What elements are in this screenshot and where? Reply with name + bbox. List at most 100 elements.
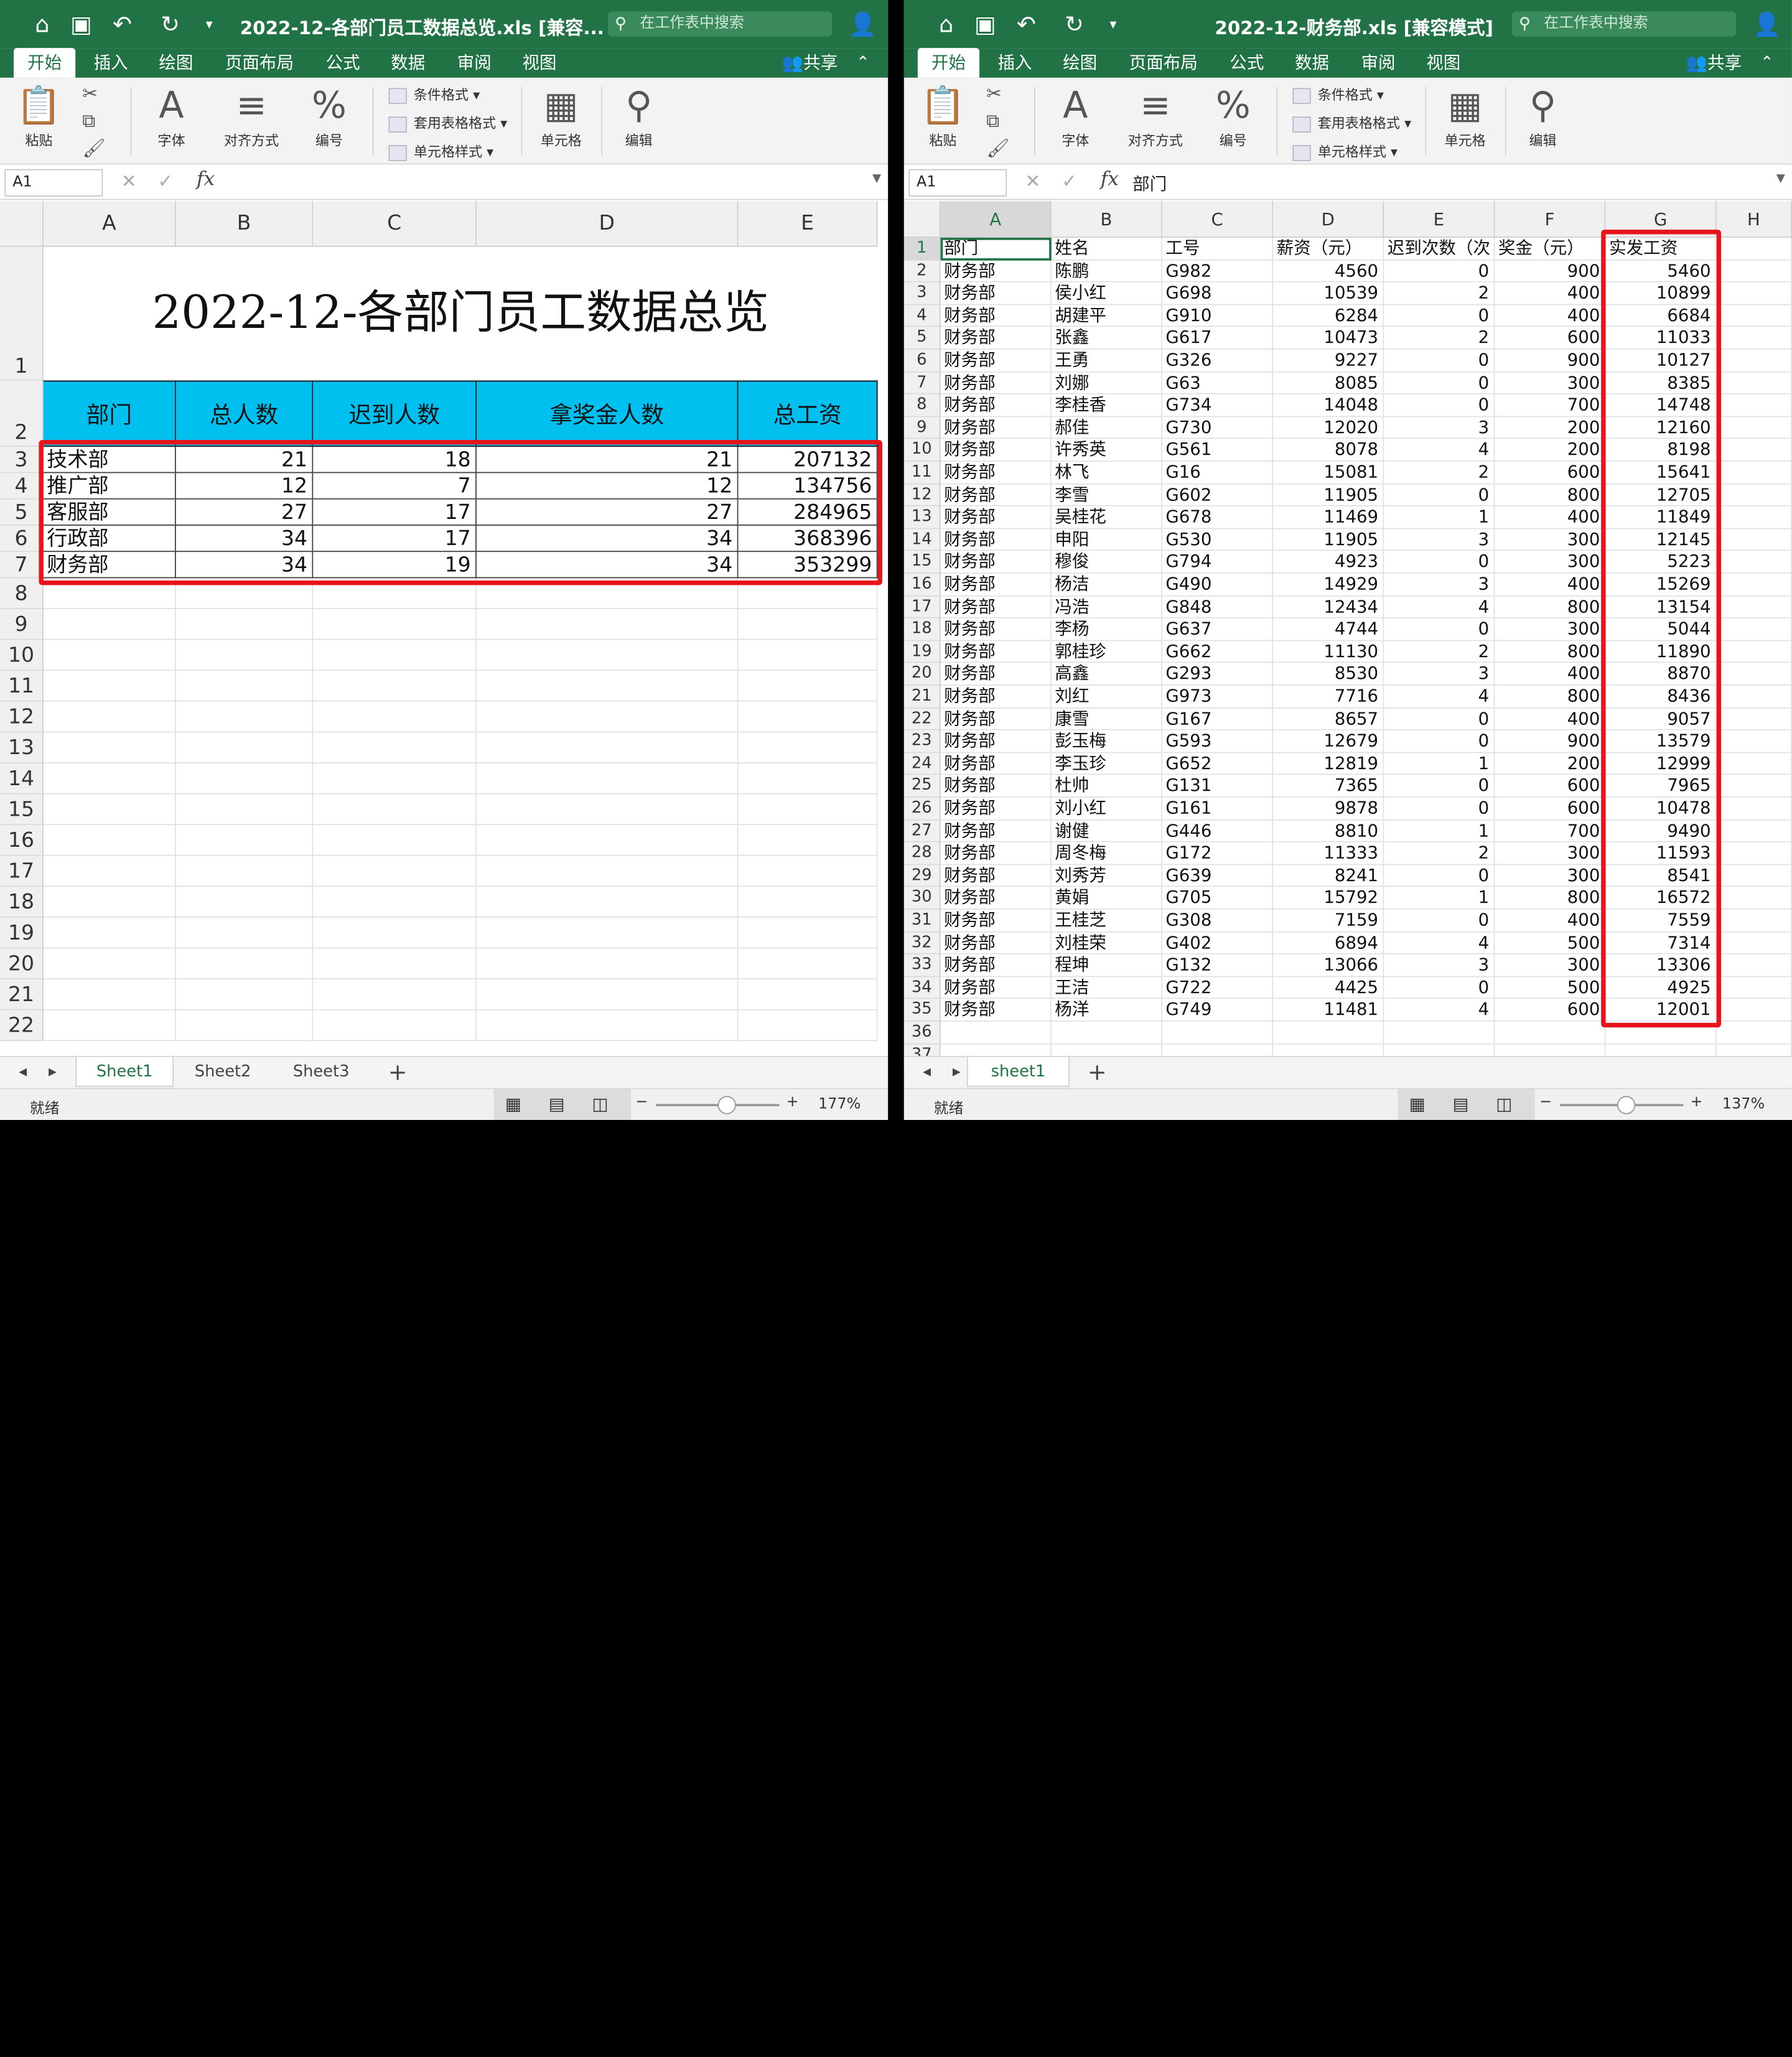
expand-formula-icon[interactable]: ▼ [1776, 172, 1785, 185]
table-cell[interactable]: 财务部 [940, 708, 1052, 730]
cell[interactable] [1716, 260, 1792, 283]
table-cell[interactable]: 张鑫 [1051, 327, 1162, 350]
table-cell[interactable]: 16572 [1605, 887, 1717, 910]
share-person-icon[interactable]: 👤 [848, 9, 878, 39]
zoom-level[interactable]: 137% [1722, 1096, 1765, 1113]
share-button[interactable]: 👥共享 [1686, 48, 1742, 78]
redo-icon[interactable]: ↻ [1060, 9, 1090, 39]
table-cell[interactable]: 陈鹏 [1051, 260, 1162, 283]
row-header[interactable]: 19 [903, 641, 941, 664]
table-cell[interactable]: 财务部 [940, 910, 1052, 933]
table-cell[interactable]: G848 [1162, 596, 1274, 618]
table-cell[interactable]: 700 [1495, 820, 1606, 842]
save-icon[interactable]: ▣ [970, 9, 1000, 39]
row-header[interactable]: 35 [903, 999, 941, 1022]
table-cell[interactable]: 财务部 [940, 686, 1052, 709]
table-header-cell[interactable]: 实发工资 [1605, 238, 1717, 261]
row-header[interactable]: 25 [903, 775, 941, 798]
table-cell[interactable]: 康雪 [1051, 708, 1162, 730]
table-cell[interactable]: 0 [1384, 551, 1495, 574]
tab-review[interactable]: 审阅 [457, 48, 492, 78]
table-cell[interactable]: G982 [1162, 260, 1274, 283]
table-cell[interactable]: 0 [1384, 865, 1495, 887]
collapse-ribbon-icon[interactable]: ⌃ [1760, 48, 1774, 78]
table-cell[interactable]: 27 [175, 499, 314, 526]
row-header[interactable]: 6 [0, 525, 44, 553]
cell[interactable] [1716, 417, 1792, 440]
sheet-tab-sheet2[interactable]: Sheet2 [174, 1057, 272, 1087]
table-cell[interactable]: 刘小红 [1051, 798, 1162, 821]
table-header-cell[interactable]: 部门 [940, 238, 1052, 261]
table-cell[interactable]: 8810 [1273, 820, 1384, 842]
tab-page-layout[interactable]: 页面布局 [1129, 48, 1198, 78]
conditional-format-button[interactable]: 条件格式 ▾ [1292, 85, 1384, 104]
formula-input[interactable]: 部门 [1132, 172, 1167, 196]
cell-style-button[interactable]: 单元格样式 ▾ [388, 142, 493, 161]
table-cell[interactable]: 300 [1495, 842, 1606, 865]
table-cell[interactable]: 9878 [1273, 798, 1384, 821]
cell[interactable] [1716, 596, 1792, 618]
table-cell[interactable]: 财务部 [940, 327, 1052, 350]
table-header-cell[interactable]: 姓名 [1051, 238, 1162, 261]
table-cell[interactable]: 财务部 [940, 596, 1052, 618]
table-cell[interactable]: 财务部 [940, 842, 1052, 865]
cell[interactable] [940, 1022, 1052, 1044]
save-icon[interactable]: ▣ [67, 9, 96, 39]
row-header[interactable]: 9 [903, 417, 941, 440]
table-cell[interactable]: 3 [1384, 529, 1495, 552]
table-cell[interactable]: 郝佳 [1051, 417, 1162, 440]
table-cell[interactable]: 11333 [1273, 842, 1384, 865]
table-cell[interactable]: 0 [1384, 910, 1495, 933]
cell[interactable] [476, 948, 739, 980]
table-cell[interactable]: 财务部 [940, 887, 1052, 910]
table-cell[interactable]: 800 [1495, 596, 1606, 618]
cell[interactable] [1716, 887, 1792, 910]
table-cell[interactable]: 财务部 [940, 439, 1052, 462]
table-cell[interactable]: 5044 [1605, 618, 1717, 641]
table-cell[interactable]: 4744 [1273, 618, 1384, 641]
cell[interactable] [43, 794, 176, 826]
table-cell[interactable]: 10127 [1605, 350, 1717, 373]
table-cell[interactable]: 财务部 [940, 798, 1052, 821]
table-cell[interactable]: 400 [1495, 663, 1606, 686]
cell[interactable] [1605, 1022, 1717, 1044]
table-cell[interactable]: 7559 [1605, 910, 1717, 933]
cell[interactable] [1716, 775, 1792, 798]
cell[interactable] [738, 887, 878, 918]
table-cell[interactable]: 财务部 [940, 394, 1052, 417]
table-cell[interactable]: 财务部 [940, 462, 1052, 485]
cell[interactable] [175, 887, 314, 918]
row-header[interactable]: 22 [903, 708, 941, 730]
table-cell[interactable]: 行政部 [43, 525, 176, 553]
row-header[interactable]: 10 [0, 640, 44, 671]
table-cell[interactable]: 财务部 [940, 282, 1052, 305]
table-cell[interactable]: 800 [1495, 641, 1606, 664]
row-header[interactable]: 21 [903, 686, 941, 709]
table-cell[interactable]: 吴桂花 [1051, 506, 1162, 529]
table-cell[interactable]: 15081 [1273, 462, 1384, 485]
cell[interactable] [175, 825, 314, 856]
table-cell[interactable]: 客服部 [43, 499, 176, 526]
table-cell[interactable]: 侯小红 [1051, 282, 1162, 305]
search-box[interactable]: ⚲ 在工作表中搜索 [608, 11, 833, 37]
cell[interactable] [43, 1010, 176, 1042]
row-header[interactable]: 3 [903, 282, 941, 305]
table-cell[interactable]: 400 [1495, 305, 1606, 328]
table-cell[interactable]: 800 [1495, 887, 1606, 910]
table-cell[interactable]: 1 [1384, 887, 1495, 910]
table-cell[interactable]: 13579 [1605, 730, 1717, 753]
table-cell[interactable]: 2 [1384, 327, 1495, 350]
table-cell[interactable]: 8078 [1273, 439, 1384, 462]
table-cell[interactable]: 谢健 [1051, 820, 1162, 842]
row-header[interactable]: 20 [903, 663, 941, 686]
cell[interactable] [476, 917, 739, 949]
table-cell[interactable]: 0 [1384, 350, 1495, 373]
conditional-format-button[interactable]: 条件格式 ▾ [388, 85, 480, 104]
zoom-slider-thumb[interactable] [1617, 1096, 1636, 1114]
table-cell[interactable]: 17 [313, 499, 477, 526]
row-header[interactable]: 4 [903, 305, 941, 328]
cancel-icon[interactable]: ✕ [1025, 170, 1041, 192]
row-header[interactable]: 15 [0, 794, 44, 826]
table-cell[interactable]: 12679 [1273, 730, 1384, 753]
table-cell[interactable]: G530 [1162, 529, 1274, 552]
